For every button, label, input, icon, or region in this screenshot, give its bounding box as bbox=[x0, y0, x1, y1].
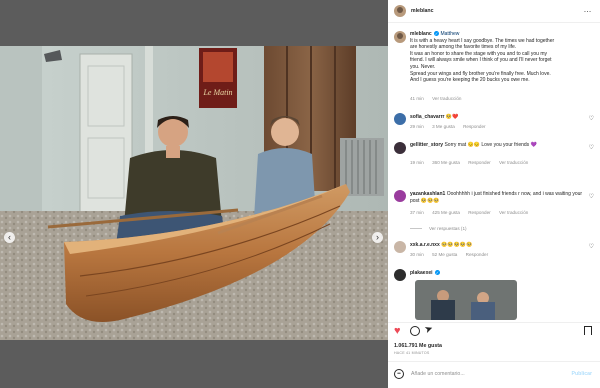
caption-time: 41 min bbox=[410, 96, 424, 101]
caption-line-5: you. Never. bbox=[410, 63, 436, 70]
comment-text: 🥺🥺🥺🥺🥺 bbox=[441, 242, 473, 248]
comment-time: 37 min bbox=[410, 210, 424, 215]
post-image: Le Matin ‹ › bbox=[0, 46, 388, 340]
comment-heart-icon[interactable]: ♡ bbox=[589, 243, 594, 250]
caption-line-4: friend. I will always smile when I think… bbox=[410, 57, 552, 64]
caption-translate-link[interactable]: Ver traducción bbox=[432, 96, 461, 101]
comment-heart-icon[interactable]: ♡ bbox=[589, 115, 594, 122]
post-sidebar: mleblanc … mleblanc ✓ Matthew It is with… bbox=[388, 0, 600, 388]
verified-badge-icon: ✓ bbox=[434, 270, 440, 276]
comment-username[interactable]: yazankashlan1 bbox=[410, 191, 445, 197]
header-username[interactable]: mleblanc bbox=[411, 8, 434, 14]
caption-line-1: It is with a heavy heart I say goodbye. … bbox=[410, 37, 555, 44]
comment-text: Sorry mat 😔😔 Love you your friends 💜 bbox=[444, 142, 537, 148]
comment-item: sofia_chavarrr 🥺❤️ bbox=[410, 114, 588, 121]
header-divider bbox=[388, 22, 600, 23]
share-icon[interactable]: ➤ bbox=[423, 323, 435, 337]
emoji-icon[interactable]: •• bbox=[394, 369, 404, 379]
comment-heart-icon[interactable]: ♡ bbox=[589, 193, 594, 200]
comment-image[interactable] bbox=[415, 280, 517, 320]
comment-item: xxk.a.r.e.nxx 🥺🥺🥺🥺🥺 bbox=[410, 242, 588, 249]
commenter-avatar[interactable] bbox=[394, 241, 406, 253]
view-replies[interactable]: Ver respuestas (1) bbox=[410, 226, 588, 232]
post-photo: Le Matin bbox=[0, 46, 388, 340]
view-replies-link[interactable]: Ver respuestas (1) bbox=[429, 226, 467, 231]
previous-slide-button[interactable]: ‹ bbox=[4, 232, 15, 243]
comment-likes[interactable]: 3 Me gusta bbox=[432, 124, 455, 129]
next-slide-button[interactable]: › bbox=[372, 232, 383, 243]
caption-username[interactable]: mleblanc bbox=[410, 31, 432, 37]
comment-username[interactable]: xxk.a.r.e.nxx bbox=[410, 242, 440, 248]
actions-divider bbox=[388, 322, 600, 323]
comment-time: 30 min bbox=[410, 252, 424, 257]
comment-icon[interactable] bbox=[410, 326, 420, 336]
comment-reply-link[interactable]: Responder bbox=[468, 160, 490, 165]
more-icon[interactable]: … bbox=[584, 5, 593, 14]
caption-line-6: Spread your wings and fly brother you're… bbox=[410, 70, 551, 77]
comment-meta: 19 min 360 Me gusta Responder Ver traduc… bbox=[410, 160, 588, 166]
caption-line-7: And I guess you're keeping the 20 bucks … bbox=[410, 77, 530, 84]
comment-input[interactable]: Añade un comentario... bbox=[411, 371, 465, 377]
author-avatar[interactable] bbox=[394, 5, 406, 17]
comment-likes[interactable]: 360 Me gusta bbox=[432, 160, 460, 165]
commenter-avatar[interactable] bbox=[394, 269, 406, 281]
comment-time: 29 min bbox=[410, 124, 424, 129]
caption-avatar[interactable] bbox=[394, 31, 406, 43]
comment-heart-icon[interactable]: ♡ bbox=[589, 144, 594, 151]
comment-text: 🥺❤️ bbox=[445, 114, 459, 120]
comment-reply-link[interactable]: Responder bbox=[463, 124, 485, 129]
comment-meta: 30 min 52 Me gusta Responder bbox=[410, 252, 588, 258]
commenter-avatar[interactable] bbox=[394, 113, 406, 125]
comment-likes[interactable]: 425 Me gusta bbox=[432, 210, 460, 215]
comment-translate-link[interactable]: Ver traducción bbox=[499, 210, 528, 215]
comment-item: yazankashlan1 Ooohhhhh i just finished f… bbox=[410, 191, 588, 204]
comment-meta: 29 min 3 Me gusta Responder bbox=[410, 124, 588, 130]
comment-time: 19 min bbox=[410, 160, 424, 165]
comment-username[interactable]: plakaexei bbox=[410, 270, 433, 276]
comment-item: plakaexei ✓ bbox=[410, 270, 588, 277]
comment-username[interactable]: gellitter_story bbox=[410, 142, 443, 148]
bookmark-icon[interactable] bbox=[584, 326, 592, 335]
commenter-avatar[interactable] bbox=[394, 142, 406, 154]
publish-button[interactable]: Publicar bbox=[572, 371, 592, 377]
comment-box-divider bbox=[388, 361, 600, 362]
comment-likes[interactable]: 52 Me gusta bbox=[432, 252, 457, 257]
caption-line-3: It was an honor to share the stage with … bbox=[410, 50, 548, 57]
commenter-avatar[interactable] bbox=[394, 190, 406, 202]
heart-icon[interactable]: ♥ bbox=[394, 325, 401, 337]
caption-mention[interactable]: Matthew bbox=[440, 31, 459, 37]
caption-line-2: are honestly among the favorite times of… bbox=[410, 44, 517, 51]
caption: mleblanc ✓ Matthew It is with a heavy he… bbox=[410, 31, 588, 84]
verified-badge-icon: ✓ bbox=[434, 31, 440, 37]
caption-meta: 41 min Ver traducción bbox=[410, 96, 588, 102]
comment-meta: 37 min 425 Me gusta Responder Ver traduc… bbox=[410, 210, 588, 216]
comment-reply-link[interactable]: Responder bbox=[468, 210, 490, 215]
post-timestamp: HACE 41 MINUTOS bbox=[394, 351, 430, 355]
comment-translate-link[interactable]: Ver traducción bbox=[499, 160, 528, 165]
comment-reply-link[interactable]: Responder bbox=[466, 252, 488, 257]
poster-text: Le Matin bbox=[202, 88, 232, 97]
comment-username[interactable]: sofia_chavarrr bbox=[410, 114, 444, 120]
comment-item: gellitter_story Sorry mat 😔😔 Love you yo… bbox=[410, 142, 588, 149]
likes-count[interactable]: 1.061.791 Me gusta bbox=[394, 343, 442, 349]
